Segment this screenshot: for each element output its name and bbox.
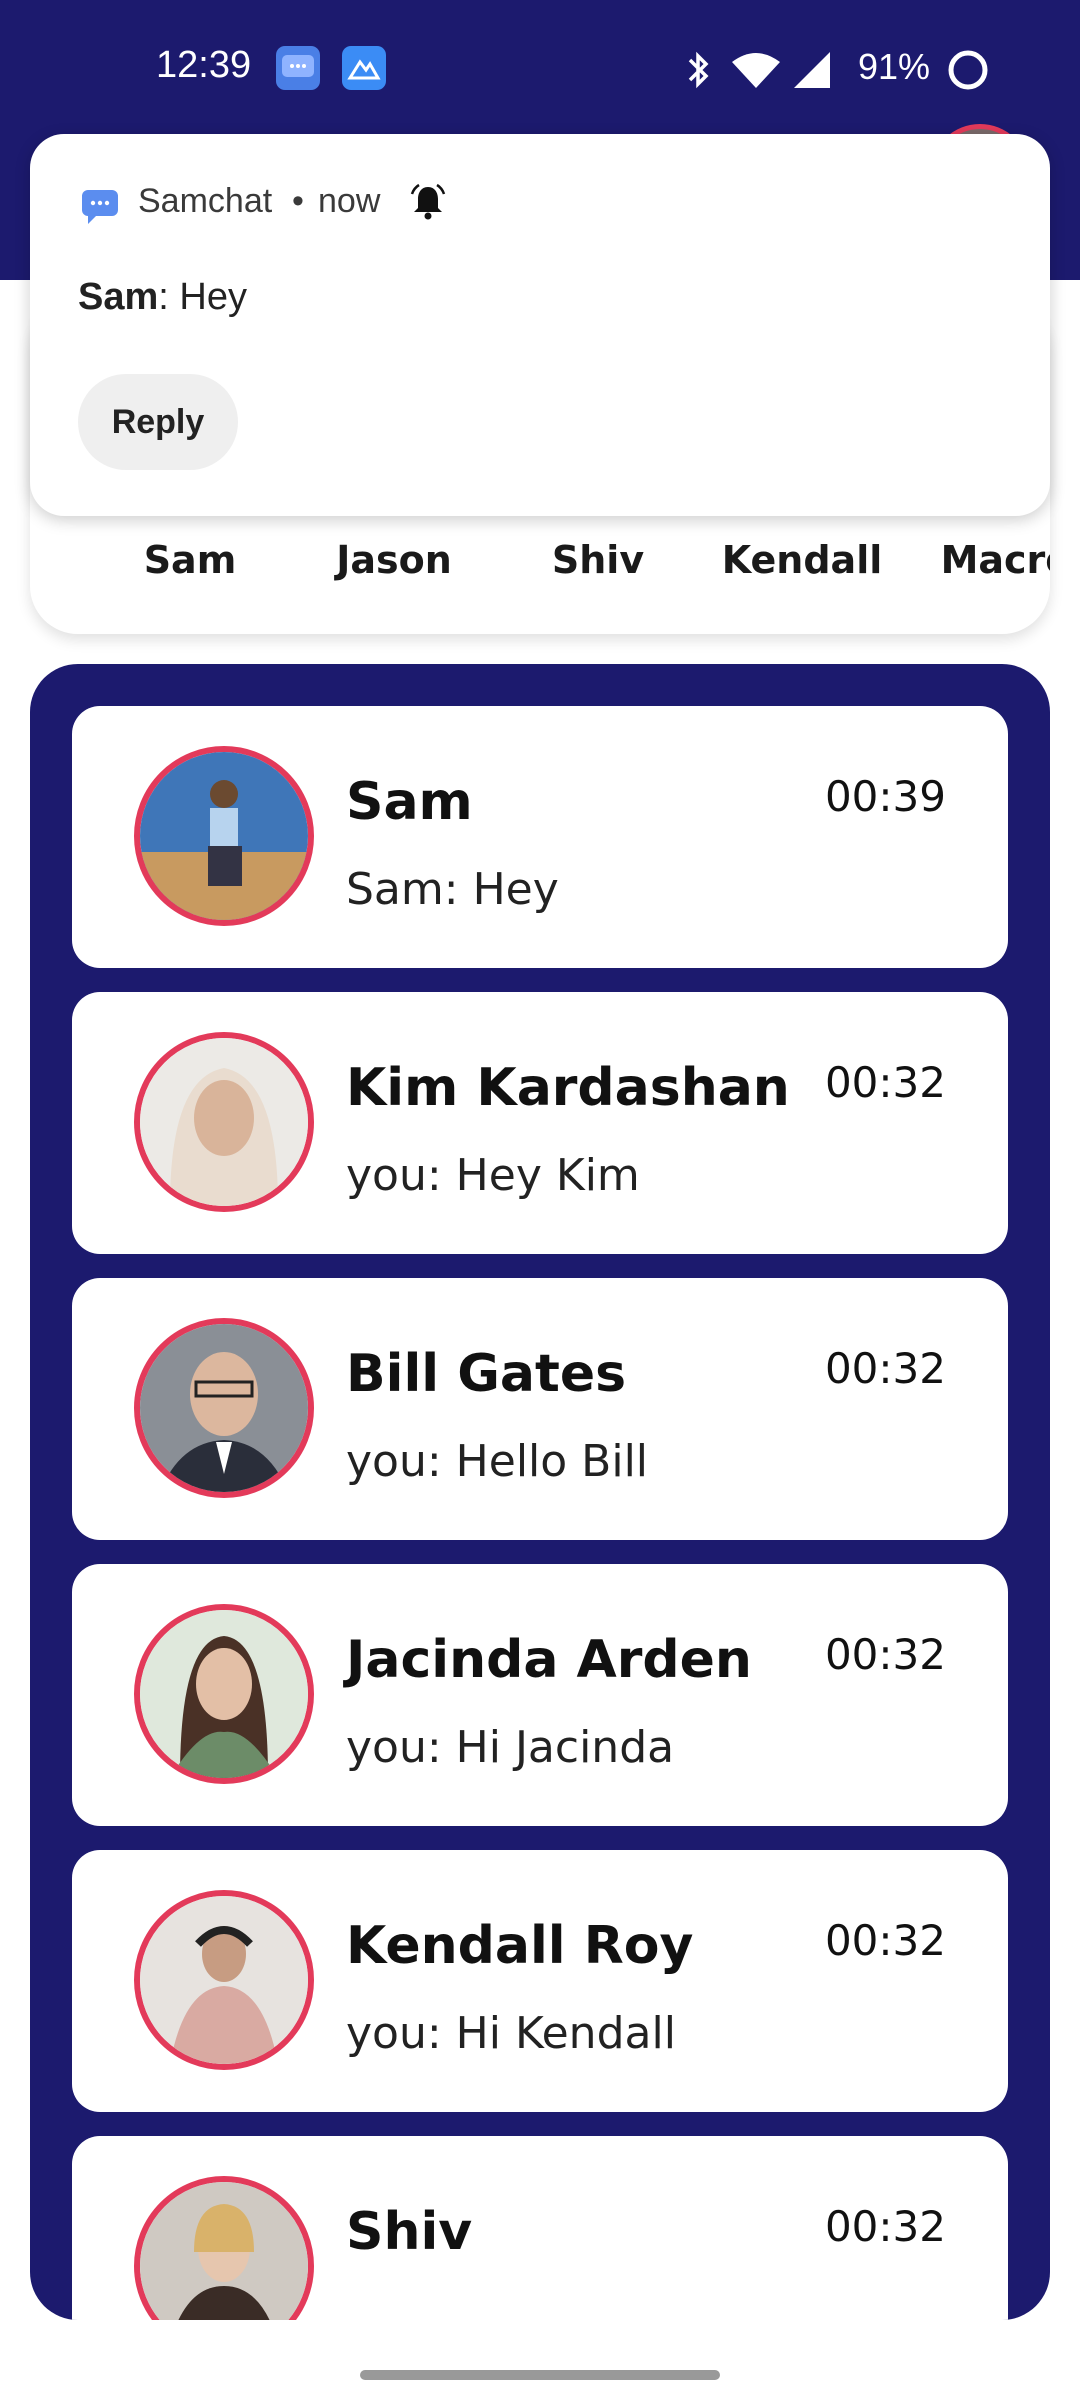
chat-name: Shiv — [346, 2202, 473, 2262]
battery-percent: 91% — [858, 46, 931, 87]
chat-app-icon — [276, 46, 320, 90]
status-bar: 12:39 91% — [0, 0, 1080, 140]
chat-avatar — [134, 1032, 314, 1212]
chat-row[interactable]: Jacinda Arden you: Hi Jacinda 00:32 — [72, 1564, 1008, 1826]
chat-preview: Sam: Hey — [346, 864, 559, 915]
chat-preview: you: Hi Kendall — [346, 2008, 676, 2059]
notification-text: : Hey — [158, 276, 247, 318]
story-name: Kendall — [721, 538, 883, 582]
chat-time: 00:32 — [824, 2202, 946, 2251]
chat-time: 00:32 — [824, 1916, 946, 1965]
chat-row[interactable]: Sam Sam: Hey 00:39 — [72, 706, 1008, 968]
chat-time: 00:39 — [824, 772, 946, 821]
notification-separator: • — [292, 182, 304, 220]
home-indicator[interactable] — [360, 2370, 720, 2380]
chat-list-panel: Sam Sam: Hey 00:39 Kim Kardashan you: He… — [30, 664, 1050, 2320]
chat-avatar — [134, 746, 314, 926]
notification-message: Sam: Hey — [78, 276, 247, 319]
chat-name: Kendall Roy — [346, 1916, 694, 1976]
story-name: Jason — [336, 538, 452, 582]
chat-name: Kim Kardashan — [346, 1058, 790, 1118]
notification-app-name: Samchat — [138, 182, 273, 220]
chat-name: Bill Gates — [346, 1344, 627, 1404]
navigation-bar — [0, 2352, 1080, 2400]
chat-time: 00:32 — [824, 1344, 946, 1393]
notification-time: now — [318, 182, 381, 220]
mountain-app-icon — [342, 46, 386, 90]
reply-button[interactable]: Reply — [78, 374, 238, 470]
notification-sender: Sam — [78, 276, 159, 318]
chat-preview: you: Hi Jacinda — [346, 1722, 675, 1773]
chat-row[interactable]: Bill Gates you: Hello Bill 00:32 — [72, 1278, 1008, 1540]
chat-avatar — [134, 1890, 314, 2070]
chat-preview: you: Hello Bill — [346, 1436, 649, 1487]
chat-row[interactable]: Shiv 00:32 — [72, 2136, 1008, 2320]
chat-avatar — [134, 2176, 314, 2320]
chat-avatar — [134, 1318, 314, 1498]
chat-preview: you: Hey Kim — [346, 1150, 640, 1201]
samchat-app-icon — [82, 190, 118, 224]
status-time: 12:39 — [156, 44, 252, 86]
battery-icon — [948, 50, 988, 90]
chat-avatar — [134, 1604, 314, 1784]
chat-name: Sam — [346, 772, 473, 832]
notification-card[interactable]: Samchat • now Sam: Hey Reply — [30, 134, 1050, 516]
chat-time: 00:32 — [824, 1630, 946, 1679]
story-name: Sam — [143, 538, 237, 582]
chat-row[interactable]: Kim Kardashan you: Hey Kim 00:32 — [72, 992, 1008, 1254]
story-name: Macro — [940, 538, 1050, 582]
chat-row[interactable]: Kendall Roy you: Hi Kendall 00:32 — [72, 1850, 1008, 2112]
signal-icon — [794, 52, 830, 88]
story-name: Shiv — [551, 538, 645, 582]
bluetooth-icon — [688, 51, 709, 89]
wifi-icon — [732, 53, 780, 88]
bell-icon — [410, 183, 446, 220]
chat-name: Jacinda Arden — [346, 1630, 752, 1690]
chat-time: 00:32 — [824, 1058, 946, 1107]
